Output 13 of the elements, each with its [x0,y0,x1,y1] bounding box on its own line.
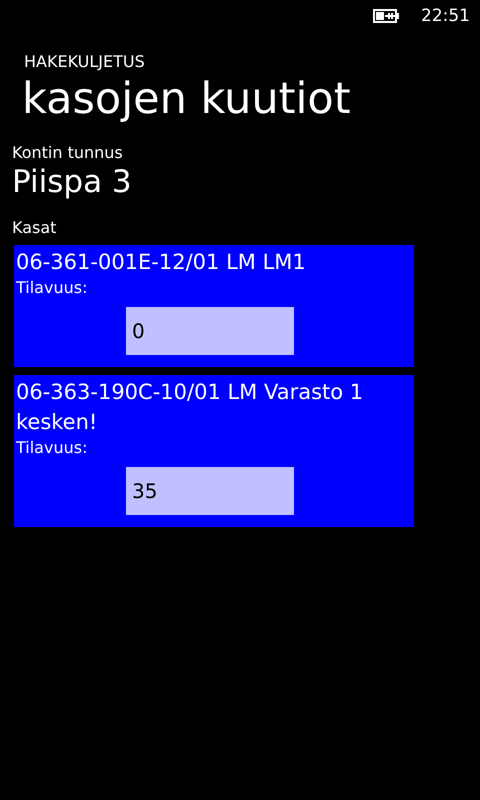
field-label: Tilavuus: [16,437,88,459]
app-title: HAKEKULJETUS [24,52,146,71]
volume-input[interactable]: 35 [126,467,294,515]
volume-input[interactable]: 0 [126,307,294,355]
pile-title: 06-363-190C-10/01 LM Varasto 1 kesken! [16,379,364,436]
clock-time: 22:51 [421,6,470,26]
battery-charging-icon [373,8,401,24]
section-label: Kasat [12,218,58,237]
page-title: kasojen kuutiot [22,73,352,125]
pile-title: 06-361-001E-12/01 LM LM1 [16,249,307,276]
container-id: Piispa 3 [12,164,133,200]
field-label: Kontin tunnus [12,143,124,162]
field-label: Tilavuus: [16,277,88,299]
